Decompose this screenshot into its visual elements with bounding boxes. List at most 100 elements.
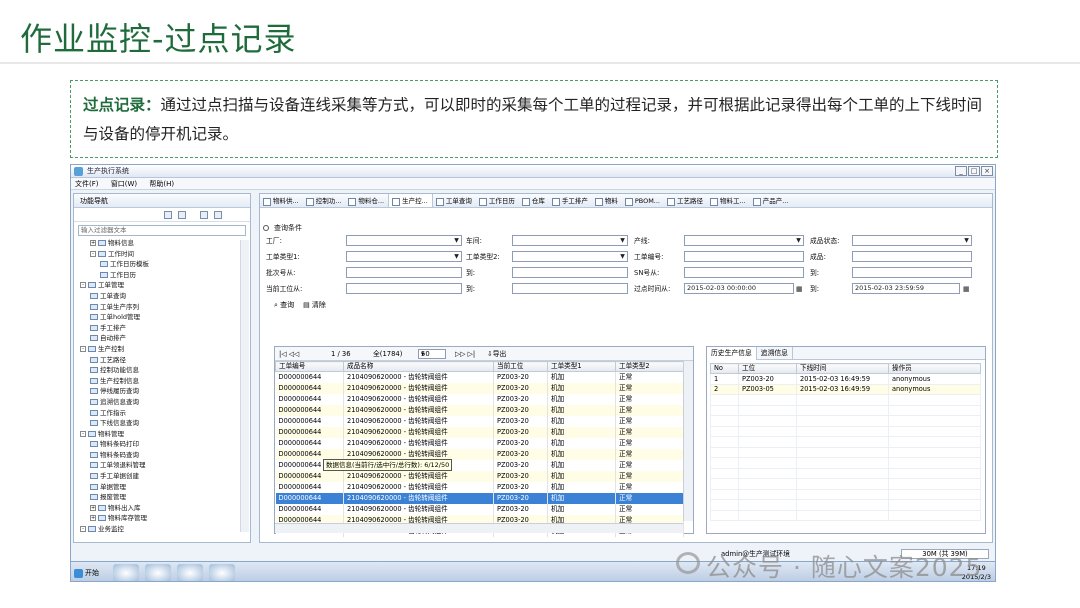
close-button[interactable]: × — [981, 166, 993, 176]
first-page-icon[interactable]: |◁ ◁◁ — [279, 347, 299, 361]
product-status-select[interactable]: ▼ — [852, 235, 972, 246]
page-size-select[interactable]: 50 ▾ — [418, 349, 446, 359]
table-row[interactable]: D0000006442104090620000 - 齿轮转阀组件PZ003-20… — [275, 416, 684, 427]
tab-trace-info[interactable]: 追溯信息 — [757, 347, 793, 360]
nav-filter-input[interactable]: 输入过滤器文本 — [78, 225, 246, 236]
tree-item[interactable]: 追溯信息查询 — [74, 397, 242, 408]
column-header[interactable]: 成品名称 — [343, 361, 494, 372]
editor-tab[interactable]: 工艺路径 — [664, 194, 707, 207]
editor-tab[interactable]: 控制功... — [303, 194, 346, 207]
history-column-header[interactable]: No — [710, 363, 739, 374]
tree-item[interactable]: 单据管理 — [74, 482, 242, 493]
history-column-header[interactable]: 下线时间 — [796, 363, 889, 374]
query-header[interactable]: 查询条件 — [260, 222, 992, 234]
editor-tab[interactable]: 生产控... — [388, 194, 433, 207]
column-header[interactable]: 工单编号 — [275, 361, 344, 372]
taskbar-app-icon[interactable] — [209, 564, 235, 581]
column-header[interactable]: 当前工位 — [493, 361, 548, 372]
tree-item[interactable]: - 物料管理 — [74, 429, 242, 440]
grid-horizontal-scrollbar[interactable] — [275, 523, 683, 533]
expand-icon[interactable]: + — [90, 515, 96, 522]
table-row[interactable]: D0000006442104090620000 - 齿轮转阀组件PZ003-20… — [275, 438, 684, 449]
tree-item[interactable]: 生产控制信息 — [74, 376, 242, 387]
table-row[interactable]: D0000006442104090620000 - 齿轮转阀组件PZ003-20… — [275, 383, 684, 394]
editor-tab[interactable]: PBOM... — [622, 194, 664, 207]
menu-window[interactable]: 窗口(W) — [111, 180, 137, 188]
tree-item[interactable]: 下线信息查询 — [74, 418, 242, 429]
history-row[interactable]: 2 PZ003-05 2015-02-03 16:49:59 anonymous — [710, 383, 981, 395]
tree-item[interactable]: 自动排产 — [74, 333, 242, 344]
tree-item[interactable]: + 物料出入库 — [74, 503, 242, 514]
pass-time-from-input[interactable]: 2015-02-03 00:00:00 — [684, 283, 794, 294]
tree-item[interactable]: + 物料库存管理 — [74, 513, 242, 524]
tree-item[interactable]: 工艺路径 — [74, 355, 242, 366]
tree-item[interactable]: - 工作时间 — [74, 249, 242, 260]
export-button[interactable]: ⇩ 导出 — [487, 347, 506, 361]
nav-scrollbar[interactable] — [240, 240, 249, 532]
tree-item[interactable]: - 业务监控 — [74, 524, 242, 534]
editor-tab[interactable]: 物料供... — [260, 194, 303, 207]
tree-item[interactable]: - 生产控制 — [74, 344, 242, 355]
editor-tab[interactable]: 产品产... — [750, 194, 793, 207]
collapse-icon[interactable]: - — [90, 250, 96, 257]
tree-item[interactable]: 工单查询 — [74, 291, 242, 302]
calendar-icon[interactable]: ▦ — [963, 284, 969, 294]
editor-tab[interactable]: 物料工... — [707, 194, 750, 207]
taskbar-folder-icon[interactable] — [145, 564, 171, 581]
tree-item[interactable]: 手工单据创建 — [74, 471, 242, 482]
tree-item[interactable]: 报废管理 — [74, 492, 242, 503]
table-row[interactable]: D0000006442104090620000 - 齿轮转阀组件PZ003-20… — [275, 482, 684, 493]
minimize-button[interactable]: _ — [955, 166, 967, 176]
collapse-icon[interactable]: - — [80, 282, 86, 289]
calendar-icon[interactable]: ▦ — [796, 284, 802, 294]
station-from-input[interactable] — [346, 283, 462, 294]
column-header[interactable]: 工单类型2 — [615, 361, 684, 372]
table-row[interactable]: D0000006442104090620000 - 齿轮转阀组件PZ003-20… — [275, 394, 684, 405]
tree-item[interactable]: + 物料信息 — [74, 238, 242, 249]
collapse-icon[interactable]: - — [80, 345, 86, 352]
tree-item[interactable]: - 工单管理 — [74, 280, 242, 291]
collapse-icon[interactable]: - — [80, 526, 86, 533]
clear-button[interactable]: ▤ 清除 — [303, 301, 326, 309]
expand-icon[interactable]: + — [90, 240, 96, 246]
history-row[interactable]: 1 PZ003-20 2015-02-03 16:49:59 anonymous — [710, 373, 981, 385]
history-column-header[interactable]: 操作员 — [888, 363, 981, 374]
settings-icon[interactable] — [214, 211, 222, 219]
factory-select[interactable]: ▼ — [346, 235, 462, 246]
grid-vertical-scrollbar[interactable] — [683, 361, 693, 521]
tree-item[interactable]: 工作日历模板 — [74, 259, 242, 270]
tree-item[interactable]: 工作指示 — [74, 408, 242, 419]
search-button[interactable]: ⌕ 查询 — [274, 301, 294, 309]
station-to-input[interactable] — [512, 283, 628, 294]
line-select[interactable]: ▼ — [684, 235, 804, 246]
editor-tab[interactable]: 物料仓... — [345, 194, 388, 207]
table-row[interactable]: D0000006442104090620000 - 齿轮转阀组件PZ003-20… — [275, 371, 684, 383]
tree-item[interactable]: 物料条码查询 — [74, 450, 242, 461]
wo-no-input[interactable] — [684, 251, 804, 262]
product-input[interactable] — [852, 251, 972, 262]
table-row[interactable]: D0000006442104090620000 - 齿轮转阀组件PZ003-20… — [275, 471, 684, 482]
collapse-all-icon[interactable] — [164, 211, 172, 219]
tree-item[interactable]: 工单领退料管理 — [74, 460, 242, 471]
editor-tab[interactable]: 工作日历 — [476, 194, 519, 207]
menu-file[interactable]: 文件(F) — [75, 180, 99, 188]
column-header[interactable]: 工单类型1 — [547, 361, 616, 372]
sn-to-input[interactable] — [852, 267, 972, 278]
tab-history-production[interactable]: 历史生产信息 — [707, 347, 757, 360]
tree-item[interactable]: 停线履历查询 — [74, 386, 242, 397]
table-row[interactable]: D0000006442104090620000 - 齿轮转阀组件PZ003-20… — [275, 504, 684, 515]
menu-help[interactable]: 帮助(H) — [149, 180, 174, 188]
batch-to-input[interactable] — [512, 267, 628, 278]
workshop-select[interactable]: ▼ — [512, 235, 628, 246]
wo-type1-select[interactable]: ▼ — [346, 251, 462, 262]
taskbar-app-icon[interactable] — [177, 564, 203, 581]
history-column-header[interactable]: 工位 — [738, 363, 797, 374]
tree-item[interactable]: 工作日历 — [74, 270, 242, 281]
tree-item[interactable]: 物料条码打印 — [74, 439, 242, 450]
link-icon[interactable] — [200, 211, 208, 219]
editor-tab[interactable]: 工单查询 — [433, 194, 476, 207]
batch-from-input[interactable] — [346, 267, 462, 278]
editor-tab[interactable]: 物料 — [592, 194, 622, 207]
taskbar-app-icon[interactable] — [113, 564, 139, 581]
table-row[interactable]: D0000006442104090620000 - 齿轮转阀组件PZ003-20… — [275, 493, 684, 504]
